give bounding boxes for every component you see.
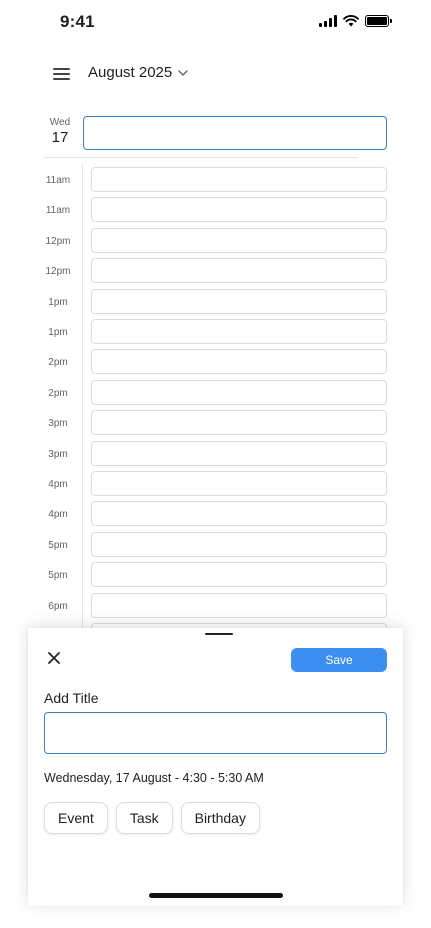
time-label: 1pm (48, 297, 68, 308)
time-label: 11am (45, 205, 71, 216)
time-label: 11am (45, 175, 71, 186)
time-slot[interactable] (91, 167, 387, 192)
day-weekday: Wed (49, 117, 71, 128)
time-slot[interactable] (91, 593, 387, 618)
new-event-sheet: Save Add Title Wednesday, 17 August - 4:… (28, 628, 403, 906)
calendar-header: August 2025 (0, 52, 431, 96)
time-label: 3pm (48, 418, 68, 429)
time-slot[interactable] (91, 501, 387, 526)
save-button[interactable]: Save (291, 648, 387, 672)
event-datetime: Wednesday, 17 August - 4:30 - 5:30 AM (44, 771, 264, 785)
cellular-signal-icon (319, 15, 337, 27)
event-type-chips: Event Task Birthday (44, 802, 260, 834)
time-slot[interactable] (91, 197, 387, 222)
event-type-chip-birthday[interactable]: Birthday (180, 802, 260, 834)
time-slot[interactable] (91, 441, 387, 466)
month-selector[interactable]: August 2025 (88, 64, 188, 81)
event-type-chip-task[interactable]: Task (115, 802, 173, 834)
time-label: 4pm (48, 479, 68, 490)
status-time: 9:41 (60, 12, 95, 31)
time-label: 2pm (48, 357, 68, 368)
time-slot[interactable] (91, 319, 387, 344)
time-slot[interactable] (91, 349, 387, 374)
title-input[interactable] (44, 712, 387, 754)
day-divider (44, 157, 358, 158)
status-bar: 9:41 (0, 0, 431, 44)
month-label: August 2025 (88, 64, 173, 81)
time-slot[interactable] (91, 228, 387, 253)
wifi-icon (343, 15, 359, 27)
time-label: 12pm (45, 266, 71, 277)
time-label: 2pm (48, 388, 68, 399)
time-slot[interactable] (91, 471, 387, 496)
home-indicator (149, 893, 283, 898)
battery-icon (365, 15, 392, 27)
day-date: 17 (51, 129, 69, 146)
time-slot[interactable] (91, 258, 387, 283)
time-slot[interactable] (91, 289, 387, 314)
timeline-rule (82, 163, 83, 633)
time-slot[interactable] (91, 532, 387, 557)
menu-icon[interactable] (50, 64, 74, 84)
all-day-slot[interactable] (83, 116, 387, 150)
time-label: 4pm (48, 509, 68, 520)
time-slot[interactable] (91, 380, 387, 405)
time-label: 3pm (48, 449, 68, 460)
time-label: 1pm (48, 327, 68, 338)
status-icons (319, 15, 392, 27)
day-header: Wed 17 (44, 117, 76, 146)
add-title-label: Add Title (44, 690, 99, 706)
time-label: 5pm (48, 570, 68, 581)
time-slot[interactable] (91, 562, 387, 587)
time-label: 6pm (48, 601, 68, 612)
time-label: 5pm (48, 540, 68, 551)
close-icon[interactable] (44, 648, 64, 668)
time-slot[interactable] (91, 410, 387, 435)
sheet-drag-handle[interactable] (205, 633, 233, 635)
time-label: 12pm (45, 236, 71, 247)
chevron-down-icon (178, 69, 188, 76)
event-type-chip-event[interactable]: Event (44, 802, 108, 834)
